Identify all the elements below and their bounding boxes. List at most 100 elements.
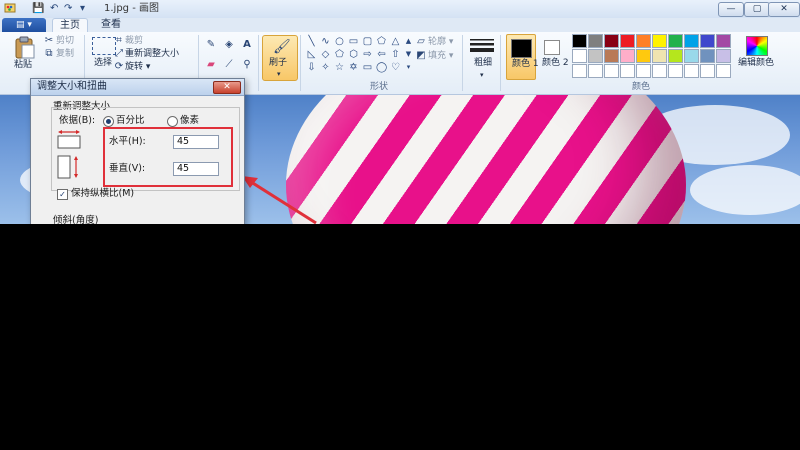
color-swatch[interactable] xyxy=(572,49,587,63)
fill-bucket-icon[interactable]: ◈ xyxy=(222,38,236,52)
dialog-close-button[interactable]: ✕ xyxy=(213,81,241,94)
color-swatch[interactable] xyxy=(604,64,619,78)
paste-button[interactable]: 粘贴 xyxy=(14,60,32,71)
rectangle-shape-icon[interactable]: ▭ xyxy=(348,36,359,47)
pentagon-shape-icon[interactable]: ⬠ xyxy=(334,49,345,60)
shapes-scroll-up-icon[interactable]: ▲ xyxy=(403,36,414,47)
copy-button[interactable]: 复制 xyxy=(56,49,74,60)
copy-icon[interactable]: ⧉ xyxy=(42,47,56,61)
color-swatch[interactable] xyxy=(620,34,635,48)
color-swatch[interactable] xyxy=(588,49,603,63)
color-swatch[interactable] xyxy=(636,34,651,48)
color-swatch[interactable] xyxy=(700,34,715,48)
polygon-shape-icon[interactable]: ⬠ xyxy=(376,36,387,47)
outline-button[interactable]: 轮廓 ▾ xyxy=(428,37,453,48)
color-swatch[interactable] xyxy=(604,34,619,48)
four-point-star-shape-icon[interactable]: ✧ xyxy=(320,62,331,73)
color-swatch[interactable] xyxy=(684,64,699,78)
color1-button[interactable]: 颜色 1 xyxy=(506,34,539,80)
color-swatch[interactable] xyxy=(716,34,731,48)
color-swatch[interactable] xyxy=(572,64,587,78)
text-tool-icon[interactable]: A xyxy=(240,38,254,52)
fill-icon[interactable]: ◩ xyxy=(414,49,428,63)
oval-shape-icon[interactable]: ○ xyxy=(334,36,345,47)
arrow-left-shape-icon[interactable]: ⇦ xyxy=(376,49,387,60)
right-triangle-shape-icon[interactable]: ◺ xyxy=(306,49,317,60)
file-menu-button[interactable]: ▤ ▾ xyxy=(2,18,46,32)
horizontal-input[interactable] xyxy=(173,135,219,149)
oval-callout-shape-icon[interactable]: ◯ xyxy=(376,62,387,73)
color-swatch[interactable] xyxy=(620,49,635,63)
vertical-input[interactable] xyxy=(173,162,219,176)
triangle-shape-icon[interactable]: △ xyxy=(390,36,401,47)
arrow-down-shape-icon[interactable]: ⇩ xyxy=(306,62,317,73)
color-swatch[interactable] xyxy=(588,34,603,48)
color-swatch[interactable] xyxy=(668,49,683,63)
arrow-right-shape-icon[interactable]: ⇨ xyxy=(362,49,373,60)
color-swatch[interactable] xyxy=(636,64,651,78)
color-swatch[interactable] xyxy=(620,64,635,78)
rotate-icon[interactable]: ⟳ xyxy=(112,60,126,74)
color-swatch[interactable] xyxy=(636,49,651,63)
tab-home[interactable]: 主页 xyxy=(52,18,88,33)
line-shape-icon[interactable]: ╲ xyxy=(306,36,317,47)
brushes-button[interactable]: 🖌 刷子 ▾ xyxy=(262,35,298,81)
minimize-button[interactable]: — xyxy=(718,2,744,17)
cut-button[interactable]: 剪切 xyxy=(56,36,74,47)
color-swatch[interactable] xyxy=(604,49,619,63)
close-button[interactable]: ✕ xyxy=(768,2,800,17)
size-button[interactable]: 粗细 xyxy=(474,58,492,69)
select-button[interactable]: 选择 xyxy=(94,58,112,69)
line-size-icon[interactable] xyxy=(470,38,494,57)
resize-button[interactable]: 重新调整大小 xyxy=(125,49,179,60)
pencil-icon[interactable]: ✎ xyxy=(204,38,218,52)
color2-button[interactable]: 颜色 2 xyxy=(540,34,569,78)
color-swatch[interactable] xyxy=(700,64,715,78)
callout-shape-icon[interactable]: ▭ xyxy=(362,62,373,73)
redo-icon[interactable]: ↷ xyxy=(64,2,72,15)
color-swatch[interactable] xyxy=(716,64,731,78)
resize-icon[interactable]: ⤢ xyxy=(112,47,126,61)
curve-shape-icon[interactable]: ∿ xyxy=(320,36,331,47)
undo-icon[interactable]: ↶ xyxy=(50,2,58,15)
fill-button[interactable]: 填充 ▾ xyxy=(428,51,453,62)
paint-app-icon[interactable] xyxy=(4,2,16,15)
color-swatch[interactable] xyxy=(716,49,731,63)
color-swatch[interactable] xyxy=(668,64,683,78)
shapes-expand-icon[interactable]: ▾ xyxy=(403,62,414,73)
save-icon[interactable]: 💾 xyxy=(32,2,44,15)
edit-colors-icon[interactable] xyxy=(746,36,768,56)
color-picker-icon[interactable]: ⟋ xyxy=(222,58,236,72)
color-swatch[interactable] xyxy=(652,49,667,63)
percent-radio[interactable] xyxy=(103,116,114,127)
five-point-star-shape-icon[interactable]: ☆ xyxy=(334,62,345,73)
maximize-button[interactable]: ▢ xyxy=(744,2,770,17)
color-swatch[interactable] xyxy=(588,64,603,78)
diamond-shape-icon[interactable]: ◇ xyxy=(320,49,331,60)
keep-ratio-checkbox[interactable]: ✓ xyxy=(57,189,68,200)
cut-icon[interactable]: ✂ xyxy=(42,34,56,48)
customize-quick-access-icon[interactable]: ▾ xyxy=(80,2,85,15)
color-swatch[interactable] xyxy=(572,34,587,48)
six-point-star-shape-icon[interactable]: ✡ xyxy=(348,62,359,73)
color-swatch[interactable] xyxy=(684,34,699,48)
color-swatch[interactable] xyxy=(652,34,667,48)
crop-button[interactable]: 裁剪 xyxy=(125,36,143,47)
rotate-button[interactable]: 旋转 ▾ xyxy=(125,62,150,73)
color-swatch[interactable] xyxy=(684,49,699,63)
color-swatch[interactable] xyxy=(652,64,667,78)
magnifier-icon[interactable]: ⚲ xyxy=(240,58,254,72)
color-swatch[interactable] xyxy=(700,49,715,63)
edit-colors-button[interactable]: 编辑颜色 xyxy=(738,58,774,69)
outline-icon[interactable]: ▱ xyxy=(414,35,428,49)
crop-icon[interactable]: ⌗ xyxy=(112,34,126,48)
hexagon-shape-icon[interactable]: ⬡ xyxy=(348,49,359,60)
eraser-icon[interactable]: ▰ xyxy=(204,58,218,72)
color-swatch[interactable] xyxy=(668,34,683,48)
arrow-up-shape-icon[interactable]: ⇧ xyxy=(390,49,401,60)
heart-shape-icon[interactable]: ♡ xyxy=(390,62,401,73)
tab-view[interactable]: 查看 xyxy=(96,18,126,32)
rounded-rectangle-shape-icon[interactable]: ▢ xyxy=(362,36,373,47)
pixels-radio[interactable] xyxy=(167,116,178,127)
shapes-scroll-down-icon[interactable]: ▼ xyxy=(403,49,414,60)
